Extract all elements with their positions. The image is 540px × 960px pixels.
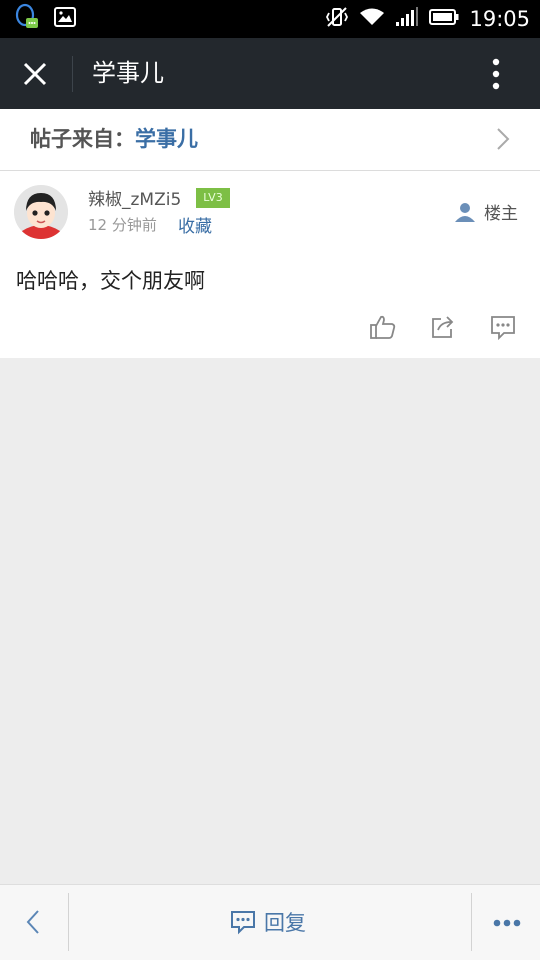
reply-label: 回复 xyxy=(264,911,306,935)
op-label: 楼主 xyxy=(484,204,518,224)
comment-button[interactable] xyxy=(488,312,518,342)
bottom-divider-left xyxy=(68,893,69,951)
reply-button[interactable]: 回复 xyxy=(230,905,306,939)
bottom-divider-right xyxy=(471,893,472,951)
thumbs-up-icon xyxy=(370,315,396,339)
post-content: 哈哈哈，交个朋友啊 xyxy=(16,269,205,293)
close-button[interactable] xyxy=(16,55,54,93)
level-badge: LV3 xyxy=(196,188,230,208)
title-bar: 学事儿 xyxy=(0,38,540,109)
more-actions-button[interactable] xyxy=(492,909,522,937)
post-time: 12 分钟前 xyxy=(88,216,157,234)
title-divider xyxy=(72,56,73,92)
op-badge: 楼主 xyxy=(454,199,518,224)
back-button[interactable] xyxy=(18,905,48,939)
more-options-button[interactable] xyxy=(476,54,516,94)
source-name: 学事儿 xyxy=(135,127,198,151)
status-bar: 19:05 xyxy=(0,0,540,38)
share-icon xyxy=(432,316,454,338)
comment-icon xyxy=(491,316,515,341)
horizontal-dots-icon xyxy=(493,919,521,927)
favorite-button[interactable]: 收藏 xyxy=(178,212,212,237)
chevron-right-icon xyxy=(497,128,510,150)
person-icon xyxy=(455,202,475,222)
bottom-bar: 回复 xyxy=(0,884,540,960)
mute-vibrate-icon xyxy=(325,6,349,32)
like-button[interactable] xyxy=(368,312,398,342)
avatar-image xyxy=(14,185,68,239)
source-prefix: 帖子来自： xyxy=(30,127,135,151)
post-source-row[interactable]: 帖子来自：学事儿 xyxy=(0,109,540,171)
post-actions xyxy=(368,312,518,342)
share-button[interactable] xyxy=(428,312,458,342)
page-title: 学事儿 xyxy=(92,59,164,87)
status-time: 19:05 xyxy=(469,7,530,31)
post-card: 辣椒_zMZi5 LV3 12 分钟前 收藏 楼主 哈哈哈，交个朋友啊 xyxy=(0,171,540,358)
vertical-dots-icon xyxy=(492,58,500,90)
wifi-icon xyxy=(359,7,385,31)
image-notification-icon xyxy=(54,7,76,31)
qq-notification-icon xyxy=(14,3,40,35)
battery-icon xyxy=(429,8,459,30)
reply-comment-icon xyxy=(231,911,255,935)
chevron-left-icon xyxy=(26,910,39,934)
source-text: 帖子来自：学事儿 xyxy=(30,109,198,169)
avatar[interactable] xyxy=(14,185,68,239)
signal-icon xyxy=(395,7,419,31)
close-icon xyxy=(23,62,47,86)
author-name[interactable]: 辣椒_zMZi5 xyxy=(88,185,181,210)
